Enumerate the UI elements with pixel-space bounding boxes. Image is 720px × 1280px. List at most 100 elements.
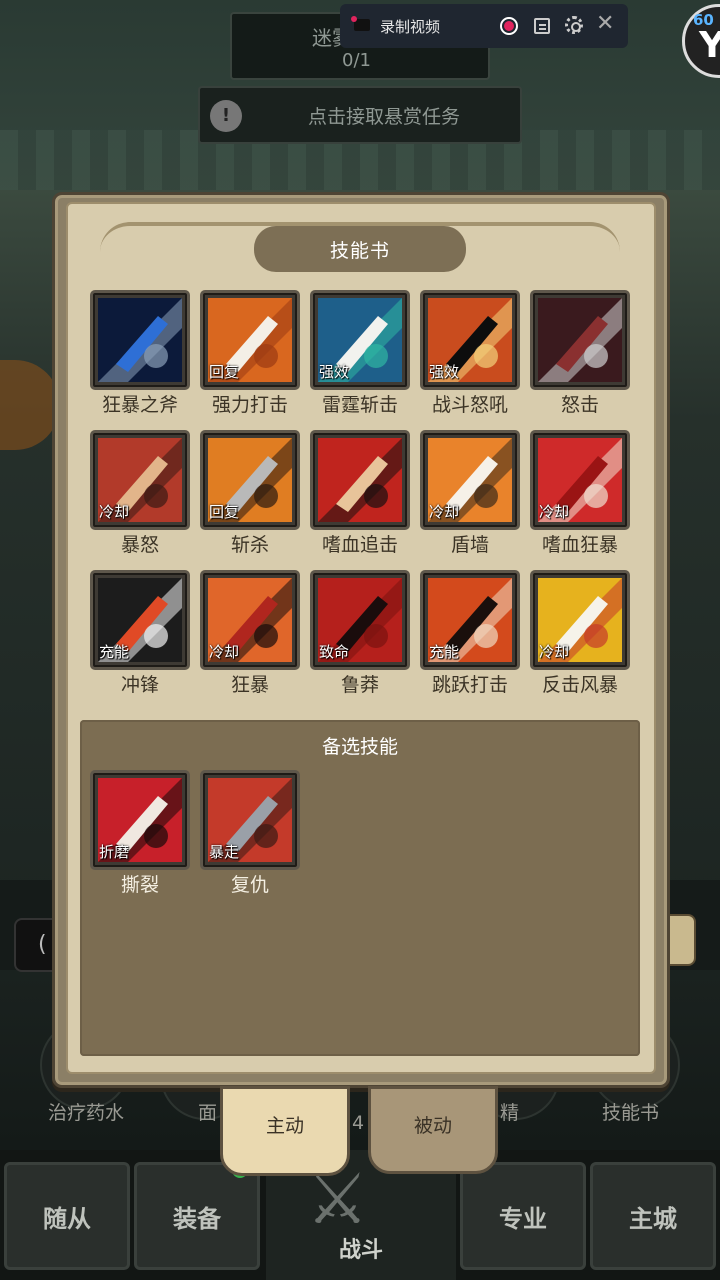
skill-name: 强力打击 bbox=[211, 394, 288, 416]
skill-name: 狂暴 bbox=[230, 674, 269, 696]
potion-label: 治疗药水 bbox=[48, 1102, 125, 1124]
fist-icon bbox=[318, 438, 402, 522]
alternate-skill-frame: 折磨 bbox=[90, 770, 190, 870]
axe-icon bbox=[98, 298, 182, 382]
skill-tag: 冷却 bbox=[209, 643, 240, 661]
skill-slot[interactable]: 冷却盾墙 bbox=[420, 430, 520, 560]
skill-frame bbox=[90, 290, 190, 390]
skill-slot[interactable]: 强效 雷霆斩击 bbox=[310, 290, 410, 420]
skill-name: 反击风暴 bbox=[541, 674, 618, 696]
skill-name: 狂暴之斧 bbox=[101, 394, 178, 416]
skill-slot[interactable]: 冷却狂暴 bbox=[200, 570, 300, 700]
tab-active-label: 主动 bbox=[265, 1115, 304, 1137]
alert-icon: ! bbox=[210, 100, 242, 132]
skill-tag: 强效 bbox=[429, 363, 460, 381]
skill-tag: 冷却 bbox=[429, 503, 460, 521]
skill-name: 暴怒 bbox=[120, 534, 159, 556]
skill-name: 复仇 bbox=[230, 874, 269, 896]
skill-name: 撕裂 bbox=[120, 874, 159, 896]
count-label: 4 bbox=[352, 1112, 365, 1134]
skill-tag: 冷却 bbox=[539, 643, 570, 661]
tab-passive-skills[interactable]: 被动 bbox=[368, 1086, 498, 1174]
tab-passive-label: 被动 bbox=[413, 1115, 452, 1137]
alternate-skills-title: 备选技能 bbox=[321, 736, 398, 758]
skill-slot[interactable]: 狂暴之斧 bbox=[90, 290, 190, 420]
skill-name: 盾墙 bbox=[450, 534, 489, 556]
skill-tag: 冷却 bbox=[539, 503, 570, 521]
skillbook-label: 技能书 bbox=[602, 1102, 660, 1124]
tab-active-skills[interactable]: 主动 bbox=[220, 1086, 350, 1176]
nav-equipment-label: 装备 bbox=[173, 1205, 221, 1233]
skill-slot[interactable]: 充能 跳跃打击 bbox=[420, 570, 520, 700]
skill-tag: 冷却 bbox=[99, 503, 130, 521]
nav-followers-label: 随从 bbox=[43, 1205, 91, 1233]
skill-name: 怒击 bbox=[560, 394, 599, 416]
nav-profession-label: 专业 bbox=[499, 1205, 547, 1233]
skill-tag: 回复 bbox=[209, 363, 240, 381]
close-icon[interactable]: ✕ bbox=[596, 12, 614, 36]
skill-slot[interactable]: 强效 战斗怒吼 bbox=[420, 290, 520, 420]
skill-name: 鲁莽 bbox=[340, 674, 379, 696]
skill-frame: 强效 bbox=[420, 290, 520, 390]
quest-count: 0/1 bbox=[342, 50, 371, 71]
skill-frame: 致命 bbox=[310, 570, 410, 670]
skill-frame: 充能 bbox=[420, 570, 520, 670]
skill-name: 战斗怒吼 bbox=[431, 394, 508, 416]
skill-slot[interactable]: 回复 斩杀 bbox=[200, 430, 300, 560]
alternate-skill-slot[interactable]: 折磨撕裂 bbox=[90, 770, 190, 900]
record-toolbar: 录制视频 ✕ bbox=[340, 4, 628, 48]
skill-slot[interactable]: 致命鲁莽 bbox=[310, 570, 410, 700]
record-button[interactable] bbox=[500, 17, 518, 35]
skill-slot[interactable]: 充能冲锋 bbox=[90, 570, 190, 700]
skill-slot[interactable]: 怒击 bbox=[530, 290, 630, 420]
skill-tag: 充能 bbox=[429, 643, 460, 661]
nav-main-city[interactable]: 主城 bbox=[590, 1162, 716, 1270]
nav-battle-label: 战斗 bbox=[338, 1238, 383, 1263]
skill-tag: 致命 bbox=[319, 643, 350, 661]
gear-icon[interactable] bbox=[565, 16, 583, 34]
list-icon[interactable] bbox=[534, 18, 550, 34]
background-toggle-text: ( bbox=[38, 932, 47, 957]
skill-name: 嗜血追击 bbox=[321, 534, 398, 556]
skill-name: 嗜血狂暴 bbox=[541, 534, 618, 556]
fps-logo: Y bbox=[699, 25, 720, 66]
record-label: 录制视频 bbox=[380, 18, 441, 36]
bounty-text: 点击接取悬赏任务 bbox=[308, 106, 461, 128]
nav-profession[interactable]: 专业 bbox=[460, 1162, 586, 1270]
skill-tag: 充能 bbox=[99, 643, 130, 661]
rage-strike-icon bbox=[538, 298, 622, 382]
skill-frame: 冷却 bbox=[530, 430, 630, 530]
skill-slot[interactable]: 回复 强力打击 bbox=[200, 290, 300, 420]
skill-frame: 回复 bbox=[200, 430, 300, 530]
skill-frame: 冷却 bbox=[90, 430, 190, 530]
item2-label: 面 bbox=[198, 1102, 218, 1124]
skill-frame: 强效 bbox=[310, 290, 410, 390]
skill-frame: 充能 bbox=[90, 570, 190, 670]
panel-title: 技能书 bbox=[329, 240, 390, 262]
skill-slot[interactable]: 冷却 嗜血狂暴 bbox=[530, 430, 630, 560]
skill-name: 斩杀 bbox=[230, 534, 269, 556]
skill-tag: 折磨 bbox=[99, 843, 130, 861]
skill-frame: 回复 bbox=[200, 290, 300, 390]
skill-frame: 冷却 bbox=[200, 570, 300, 670]
alternate-skill-slot[interactable]: 暴走复仇 bbox=[200, 770, 300, 900]
nav-equipment[interactable]: 装备 bbox=[134, 1162, 260, 1270]
skill-name: 雷霆斩击 bbox=[321, 394, 398, 416]
skill-frame: 冷却 bbox=[530, 570, 630, 670]
skill-name: 跳跃打击 bbox=[431, 674, 508, 696]
skill-tag: 强效 bbox=[319, 363, 350, 381]
item3-label: 精 bbox=[500, 1102, 520, 1124]
skill-tag: 暴走 bbox=[209, 843, 240, 861]
skill-frame bbox=[310, 430, 410, 530]
bounty-button[interactable]: ! 点击接取悬赏任务 bbox=[198, 86, 522, 144]
camera-icon bbox=[351, 16, 370, 31]
skill-slot[interactable]: 嗜血追击 bbox=[310, 430, 410, 560]
alternate-skill-frame: 暴走 bbox=[200, 770, 300, 870]
nav-followers[interactable]: 随从 bbox=[4, 1162, 130, 1270]
nav-main-city-label: 主城 bbox=[629, 1205, 677, 1233]
skill-slot[interactable]: 冷却暴怒 bbox=[90, 430, 190, 560]
skill-slot[interactable]: 冷却 反击风暴 bbox=[530, 570, 630, 700]
skill-frame bbox=[530, 290, 630, 390]
skill-frame: 冷却 bbox=[420, 430, 520, 530]
skill-name: 冲锋 bbox=[120, 674, 159, 696]
